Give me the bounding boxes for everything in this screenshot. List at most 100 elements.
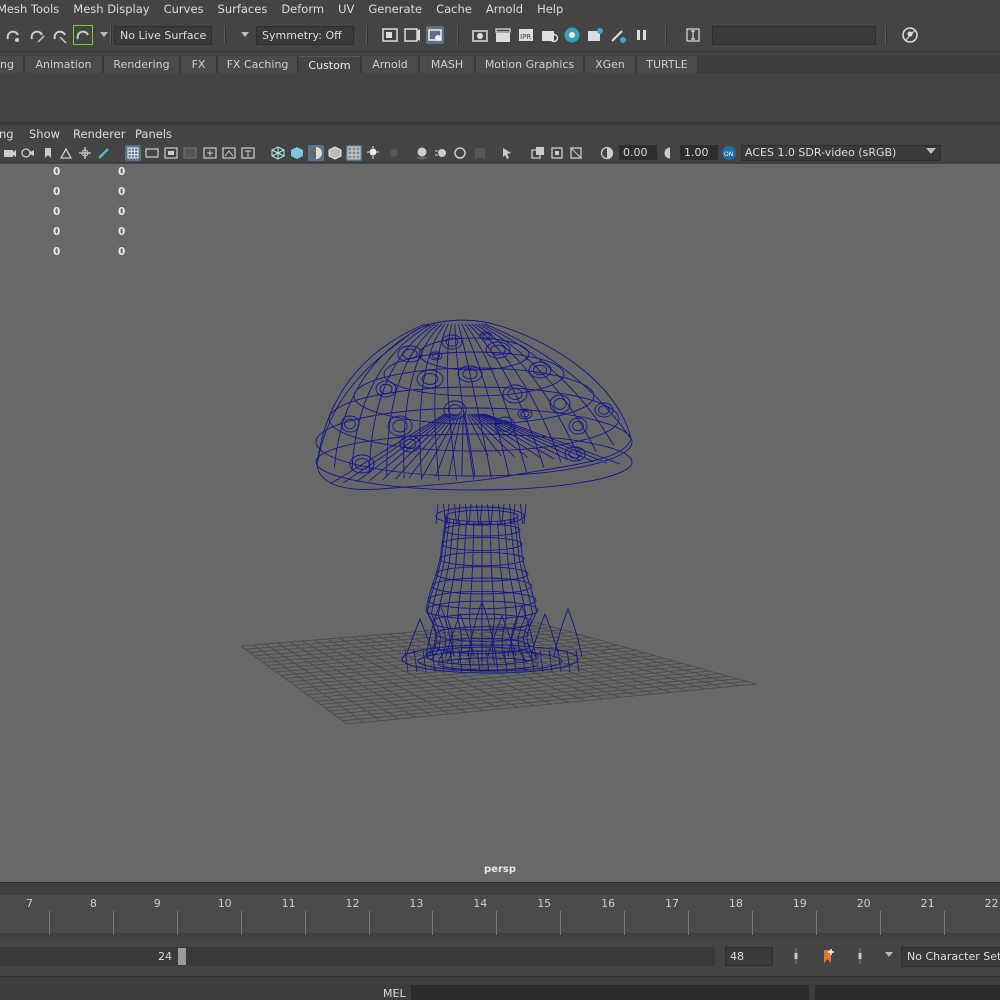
snap-options-chevron-icon[interactable] [100,32,108,37]
shelf-tab-fx[interactable]: FX [181,56,217,73]
time-slider[interactable]: 7 8 9 10 11 12 13 14 15 16 17 18 19 20 21 22 [0,882,1000,937]
shelf-tab-modeling[interactable]: ng [0,56,24,73]
pause-icon[interactable] [632,26,650,44]
shadows-icon[interactable] [386,145,402,161]
panel-menu-show[interactable]: Show [29,126,60,143]
sign-in-icon[interactable] [901,26,919,44]
menu-mesh-tools[interactable]: Mesh Tools [0,0,66,18]
input-line-icon[interactable] [684,26,702,44]
script-language-label[interactable]: MEL [383,987,406,1000]
ipr-icon[interactable]: IPR [517,26,535,44]
shelf-tab-animation[interactable]: Animation [25,56,103,73]
color-management-toggle-icon[interactable]: ON [721,145,737,161]
wireframe-on-shaded-icon[interactable] [308,145,324,161]
render-settings-icon[interactable] [471,26,489,44]
snap-to-point-icon[interactable] [51,26,69,44]
animation-end-field[interactable]: 48 [725,947,773,966]
shelf-tab-rendering[interactable]: Rendering [104,56,180,73]
xray-joints-icon[interactable] [530,145,546,161]
xray-icon[interactable] [346,145,362,161]
menu-deform[interactable]: Deform [274,0,331,18]
camera-attributes-icon[interactable] [20,145,36,161]
exposure-icon[interactable] [599,145,615,161]
shelf-tab-fx-caching[interactable]: FX Caching [218,56,298,73]
grease-pencil-icon[interactable] [96,145,112,161]
menu-help[interactable]: Help [530,0,570,18]
character-set-chevron-icon[interactable] [885,952,893,957]
view-transform-chevron-icon[interactable] [926,148,936,154]
symmetry-chevron-icon[interactable] [241,32,249,37]
brush-render-icon[interactable] [609,26,627,44]
bookmark-add-icon[interactable] [819,947,837,965]
grid-toggle-icon[interactable] [125,145,141,161]
command-result-field [815,985,1000,1000]
symmetry-field[interactable]: Symmetry: Off [256,26,354,45]
smooth-shade-icon[interactable] [289,145,305,161]
menu-arnold[interactable]: Arnold [479,0,530,18]
range-slider-track[interactable] [0,947,715,966]
menu-curves[interactable]: Curves [157,0,211,18]
perspective-viewport[interactable]: 0 0 0 0 0 0 0 0 0 0 persp [0,164,1000,882]
menu-uv[interactable]: UV [331,0,361,18]
depth-of-field-icon[interactable] [472,145,488,161]
live-surface-field[interactable]: No Live Surface [114,26,212,45]
ipr-render-icon[interactable] [426,26,444,44]
backface-culling-icon[interactable] [568,145,584,161]
2d-pan-zoom-icon[interactable] [77,145,93,161]
frame-tick [432,911,434,935]
render-frame-icon[interactable] [403,26,421,44]
gate-mask-icon[interactable] [182,145,198,161]
snap-to-grid-icon[interactable] [4,26,22,44]
input-line-field[interactable] [712,26,876,45]
arnold-render-view-icon[interactable] [586,26,604,44]
hypershade-icon[interactable] [563,26,581,44]
shelf-tab-motion-graphics[interactable]: Motion Graphics [476,56,584,73]
menu-cache[interactable]: Cache [429,0,479,18]
shelf-tab-mash[interactable]: MASH [420,56,475,73]
playback-end-value[interactable]: 24 [158,950,172,963]
wireframe-icon[interactable] [270,145,286,161]
time-ruler[interactable] [0,895,1000,933]
view-transform-dropdown[interactable]: ACES 1.0 SDR-video (sRGB) [741,145,941,161]
isolate-select-icon[interactable] [500,145,516,161]
command-input[interactable] [411,985,809,1000]
default-material-icon[interactable] [327,145,343,161]
panel-menu-panels[interactable]: Panels [135,126,172,143]
menu-generate[interactable]: Generate [361,0,429,18]
select-camera-icon[interactable] [2,145,18,161]
anti-aliasing-icon[interactable] [452,145,468,161]
menu-mesh-display[interactable]: Mesh Display [66,0,156,18]
snap-to-view-plane-icon[interactable] [73,25,93,45]
gamma-icon[interactable] [662,145,678,161]
exposure-field[interactable]: 0.00 [619,145,657,160]
character-set-field[interactable]: No Character Set [901,947,1000,967]
panel-menu-shading[interactable]: ng [0,126,14,143]
frame-tick [879,911,881,935]
field-chart-icon[interactable] [202,145,218,161]
panel-menu-renderer[interactable]: Renderer [73,126,126,143]
shelf-tab-arnold[interactable]: Arnold [362,56,419,73]
clapper-icon[interactable] [494,26,512,44]
bookmark-icon[interactable] [40,145,56,161]
range-slider-handle[interactable] [178,948,186,965]
shelf-tab-xgen[interactable]: XGen [585,56,636,73]
resolution-gate-icon[interactable] [163,145,179,161]
use-all-lights-icon[interactable] [365,145,381,161]
render-sequence-icon[interactable] [540,26,558,44]
screen-space-ao-icon[interactable] [414,145,430,161]
xray-active-icon[interactable] [549,145,565,161]
snap-to-curve-icon[interactable] [28,26,46,44]
menu-surfaces[interactable]: Surfaces [211,0,275,18]
image-plane-icon[interactable] [58,145,74,161]
safe-title-icon[interactable] [240,145,256,161]
main-menubar: Mesh Tools Mesh Display Curves Surfaces … [0,0,1000,18]
frame-tick [688,911,689,935]
gamma-field[interactable]: 1.00 [680,145,718,160]
motion-blur-icon[interactable] [433,145,449,161]
shelf-tab-bar: ng Animation Rendering FX FX Caching Cus… [0,56,1000,73]
render-view-icon[interactable] [381,26,399,44]
shelf-tab-turtle[interactable]: TURTLE [637,56,698,73]
safe-action-icon[interactable] [221,145,237,161]
film-gate-icon[interactable] [144,145,160,161]
shelf-tab-custom[interactable]: Custom [299,56,361,73]
